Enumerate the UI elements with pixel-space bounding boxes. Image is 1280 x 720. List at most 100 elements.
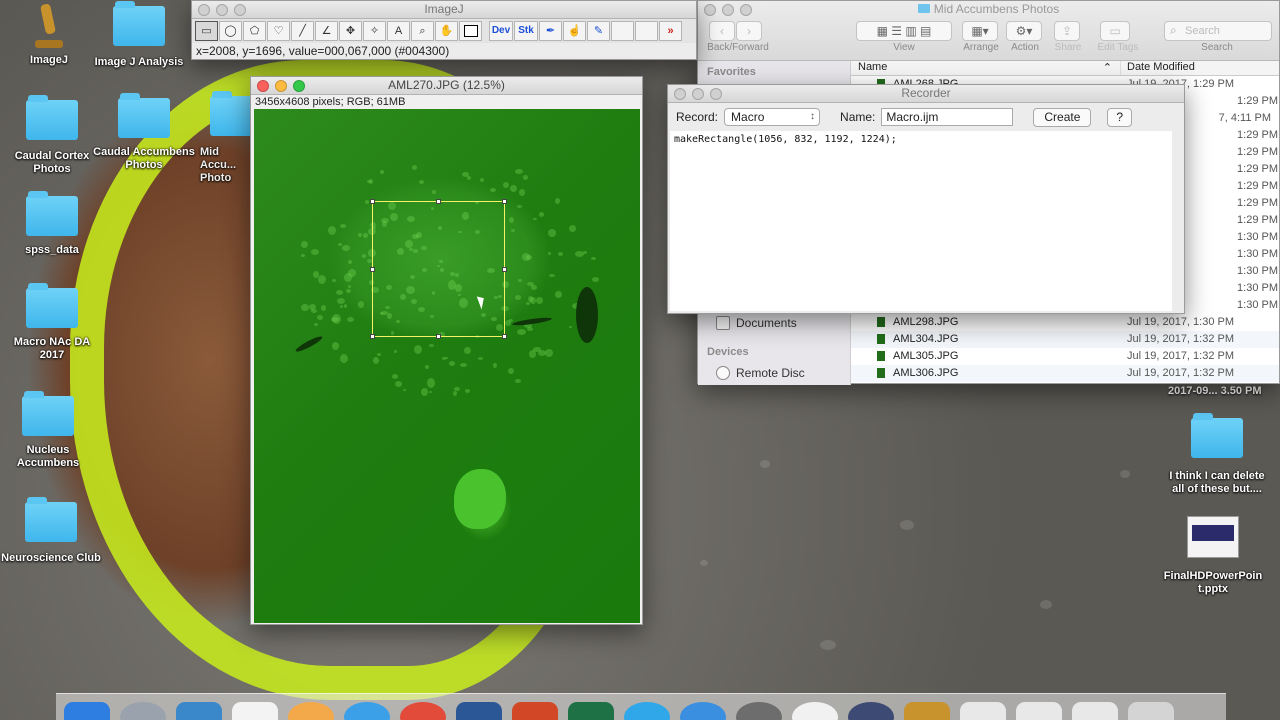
zoom-button[interactable] <box>710 88 722 100</box>
calendar-dock-icon[interactable] <box>232 702 278 720</box>
text-tool[interactable]: A <box>387 21 410 41</box>
resize-handle[interactable] <box>436 199 441 204</box>
record-type-select[interactable]: Macro <box>724 108 821 126</box>
search-input[interactable]: Search <box>1164 21 1272 41</box>
file-row[interactable]: AML305.JPG Jul 19, 2017, 1:32 PM <box>851 348 1279 365</box>
create-button[interactable]: Create <box>1033 107 1092 127</box>
file-row[interactable]: AML304.JPG Jul 19, 2017, 1:32 PM <box>851 331 1279 348</box>
rectangle-selection[interactable] <box>370 199 507 339</box>
quicktime-dock-icon[interactable] <box>848 702 894 720</box>
minimize-button[interactable] <box>275 80 287 92</box>
desktop-icon-powerpoint[interactable]: FinalHDPowerPoint.pptx <box>1158 516 1268 596</box>
resize-handle[interactable] <box>502 199 507 204</box>
word-dock-icon[interactable] <box>456 702 502 720</box>
arrange-button[interactable]: ▦▾ <box>962 21 998 41</box>
file-name-cell: AML298.JPG <box>851 314 1121 331</box>
resize-handle[interactable] <box>370 267 375 272</box>
desktop-icon-imagej-analysis[interactable]: Image J Analysis <box>84 1 194 69</box>
resize-handle[interactable] <box>370 334 375 339</box>
help-button[interactable]: ? <box>1107 107 1133 127</box>
resize-handle[interactable] <box>502 334 507 339</box>
macro-code-textarea[interactable]: makeRectangle(1056, 832, 1192, 1224); <box>670 131 1172 311</box>
view-buttons[interactable]: ▦ ☰ ▥ ▤ <box>856 21 952 41</box>
desktop-icon-nucleus-accumbens[interactable]: Nucleus Accumbens <box>0 391 103 470</box>
close-button[interactable] <box>257 80 269 92</box>
sidebar-item-documents[interactable]: Documents <box>698 313 850 333</box>
stk-menu-tool[interactable]: Stk <box>514 21 538 41</box>
zoom-tool[interactable]: ⌕ <box>411 21 434 41</box>
pencil-tool[interactable]: ✎ <box>587 21 610 41</box>
image-canvas[interactable] <box>254 109 640 623</box>
trash-dock-icon[interactable] <box>1128 702 1174 720</box>
resize-handle[interactable] <box>502 267 507 272</box>
column-header-date[interactable]: Date Modified <box>1121 61 1195 75</box>
close-button[interactable] <box>198 4 210 16</box>
desktop-icon-neuroscience-club[interactable]: Neuroscience Club <box>0 497 106 565</box>
freehand-tool[interactable]: ♡ <box>267 21 290 41</box>
photos-dock-icon[interactable] <box>288 702 334 720</box>
brush-tool[interactable]: ✒ <box>539 21 562 41</box>
labeled-cell <box>348 285 351 288</box>
desktop-icon-macro-nac[interactable]: Macro NAc DA 2017 <box>0 283 107 362</box>
desktop-icon-spss-data[interactable]: spss_data <box>0 191 107 257</box>
dev-menu-tool[interactable]: Dev <box>489 21 513 41</box>
share-icon: ⇪ <box>1061 24 1073 38</box>
macro-name-field[interactable]: Macro.ijm <box>881 108 1014 126</box>
sidebar-item-remote-disc[interactable]: Remote Disc <box>698 363 850 383</box>
wand-tool[interactable]: ✧ <box>363 21 386 41</box>
labeled-cell <box>462 172 469 177</box>
flood-fill-tool[interactable]: ☝ <box>563 21 586 41</box>
line-tool[interactable]: ╱ <box>291 21 314 41</box>
zoom-button[interactable] <box>234 4 246 16</box>
labeled-cell <box>490 188 496 192</box>
downloads-dock-icon[interactable] <box>960 702 1006 720</box>
resize-handle[interactable] <box>370 199 375 204</box>
spreadsheet-dock-icon[interactable] <box>1072 702 1118 720</box>
desktop-icon-delete-folder[interactable]: I think I can delete all of these but...… <box>1162 413 1272 496</box>
file-row[interactable]: AML298.JPG Jul 19, 2017, 1:30 PM <box>851 314 1279 331</box>
itunes-dock-icon[interactable] <box>792 702 838 720</box>
column-header-name[interactable]: Name ⌃ <box>851 61 1121 75</box>
edit-tags-button[interactable]: ▭ <box>1100 21 1130 41</box>
file-row[interactable]: AML306.JPG Jul 19, 2017, 1:32 PM <box>851 365 1279 382</box>
labeled-cell <box>467 176 471 180</box>
name-label: Name: <box>840 110 876 124</box>
rectangle-tool[interactable]: ▭ <box>195 21 218 41</box>
launchpad-dock-icon[interactable] <box>120 702 166 720</box>
app-store-dock-icon[interactable] <box>680 702 726 720</box>
polygon-tool[interactable]: ⬠ <box>243 21 266 41</box>
chrome-dock-icon[interactable] <box>400 702 446 720</box>
angle-tool[interactable]: ∠ <box>315 21 338 41</box>
close-button[interactable] <box>674 88 686 100</box>
finder-dock-icon[interactable] <box>64 702 110 720</box>
forward-button[interactable]: › <box>736 21 762 41</box>
powerpoint-dock-icon[interactable] <box>512 702 558 720</box>
color-picker-tool[interactable] <box>459 21 482 41</box>
action-button[interactable]: ⚙▾ <box>1006 21 1042 41</box>
more-tools-button[interactable]: » <box>659 21 682 41</box>
system-preferences-dock-icon[interactable] <box>736 702 782 720</box>
empty-tool-slot-1[interactable] <box>611 21 634 41</box>
messages-dock-icon[interactable] <box>624 702 670 720</box>
excel-dock-icon[interactable] <box>568 702 614 720</box>
document-dock-icon[interactable] <box>1016 702 1062 720</box>
oval-tool[interactable]: ◯ <box>219 21 242 41</box>
resize-handle[interactable] <box>436 334 441 339</box>
folder-icon <box>22 391 74 436</box>
multipoint-tool[interactable]: ✥ <box>339 21 362 41</box>
minimize-button[interactable] <box>216 4 228 16</box>
mail-dock-icon[interactable] <box>176 702 222 720</box>
zoom-button[interactable] <box>293 80 305 92</box>
image-info: 3456x4608 pixels; RGB; 61MB <box>255 96 406 108</box>
labeled-cell <box>301 241 308 248</box>
back-button[interactable]: ‹ <box>709 21 735 41</box>
safari-dock-icon[interactable] <box>344 702 390 720</box>
share-button[interactable]: ⇪ <box>1054 21 1080 41</box>
hand-tool[interactable]: ✋ <box>435 21 458 41</box>
desktop-icon-label: I think I can delete all of these but...… <box>1169 470 1265 495</box>
empty-tool-slot-2[interactable] <box>635 21 658 41</box>
imagej-dock-icon[interactable] <box>904 702 950 720</box>
minimize-button[interactable] <box>692 88 704 100</box>
labeled-cell <box>301 254 305 257</box>
desktop-icon-mid-accumbens[interactable]: Mid Accu... Photo <box>176 91 262 185</box>
